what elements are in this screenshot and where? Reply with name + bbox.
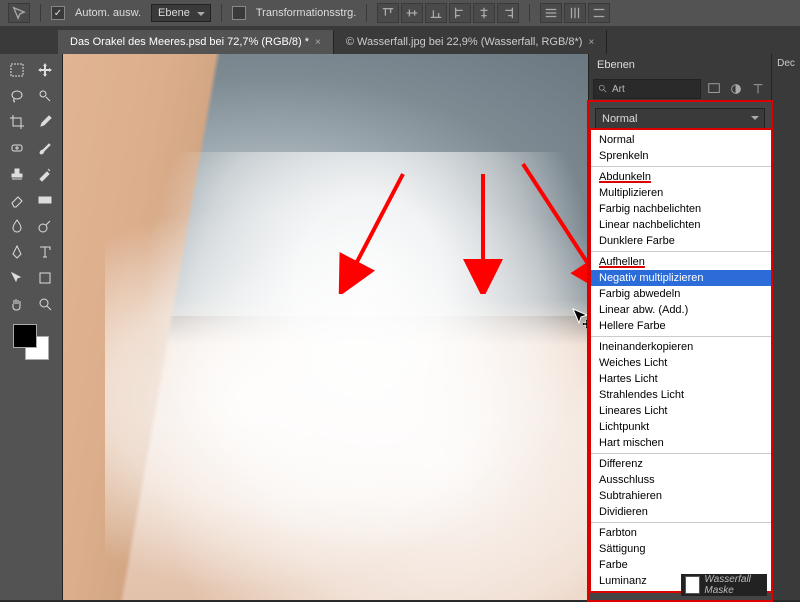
crop-tool[interactable] <box>4 110 30 134</box>
mask-icon <box>685 576 700 594</box>
toolbox <box>0 54 63 600</box>
path-select-tool[interactable] <box>4 266 30 290</box>
blend-mode-item[interactable]: Linear abw. (Add.) <box>591 302 771 318</box>
auto-select-checkbox[interactable]: ✓ <box>51 6 65 20</box>
blend-mode-item[interactable]: Farbig nachbelichten <box>591 201 771 217</box>
blend-mode-item[interactable]: Differenz <box>591 456 771 472</box>
color-swatches[interactable] <box>13 324 49 360</box>
layer-mask-thumbnail[interactable]: Wasserfall Maske <box>681 574 767 596</box>
transform-controls-label: Transformationsstrg. <box>256 7 356 19</box>
stamp-tool[interactable] <box>4 162 30 186</box>
document-tab-bar: Das Orakel des Meeres.psd bei 72,7% (RGB… <box>0 26 800 54</box>
blend-mode-dropdown[interactable]: Normal <box>595 108 765 130</box>
zoom-tool[interactable] <box>32 292 58 316</box>
align-group <box>377 3 519 23</box>
document-tab-label: © Wasserfall.jpg bei 22,9% (Wasserfall, … <box>346 36 583 48</box>
dodge-tool[interactable] <box>32 214 58 238</box>
blend-mode-item[interactable]: Sättigung <box>591 541 771 557</box>
gradient-tool[interactable] <box>32 188 58 212</box>
blend-mode-item[interactable]: Dunklere Farbe <box>591 233 771 249</box>
blend-mode-item[interactable]: Ineinanderkopieren <box>591 339 771 355</box>
align-hcenter-icon[interactable] <box>473 3 495 23</box>
collapsed-panels: Dec <box>771 54 800 600</box>
blend-mode-item[interactable]: Sprenkeln <box>591 148 771 164</box>
blend-mode-menu: NormalSprenkelnAbdunkelnMultiplizierenFa… <box>589 128 773 593</box>
brush-tool[interactable] <box>32 136 58 160</box>
foreground-swatch[interactable] <box>13 324 37 348</box>
marquee-tool[interactable] <box>4 58 30 82</box>
blend-mode-item[interactable]: Hellere Farbe <box>591 318 771 334</box>
align-bottom-icon[interactable] <box>425 3 447 23</box>
transform-controls-checkbox[interactable] <box>232 6 246 20</box>
align-top-icon[interactable] <box>377 3 399 23</box>
blend-group-header: Abdunkeln <box>591 169 771 185</box>
hand-tool[interactable] <box>4 292 30 316</box>
layer-filter-dropdown[interactable]: Art <box>593 79 701 99</box>
distribute-icon[interactable] <box>564 3 586 23</box>
history-brush-tool[interactable] <box>32 162 58 186</box>
document-tab[interactable]: © Wasserfall.jpg bei 22,9% (Wasserfall, … <box>334 30 607 54</box>
blur-tool[interactable] <box>4 214 30 238</box>
move-tool[interactable] <box>32 58 58 82</box>
pen-tool[interactable] <box>4 240 30 264</box>
auto-select-label: Autom. ausw. <box>75 7 141 19</box>
blend-mode-item[interactable]: Hartes Licht <box>591 371 771 387</box>
auto-select-target-dropdown[interactable]: Ebene <box>151 4 211 22</box>
document-tab-label: Das Orakel des Meeres.psd bei 72,7% (RGB… <box>70 36 309 48</box>
distribute-icon[interactable] <box>588 3 610 23</box>
align-vcenter-icon[interactable] <box>401 3 423 23</box>
blend-mode-item[interactable]: Normal <box>591 132 771 148</box>
distribute-icon[interactable] <box>540 3 562 23</box>
blend-mode-item[interactable]: Ausschluss <box>591 472 771 488</box>
canvas-image <box>63 54 588 600</box>
filter-type-icon[interactable] <box>749 80 767 98</box>
blend-mode-item[interactable]: Weiches Licht <box>591 355 771 371</box>
blend-mode-item[interactable]: Strahlendes Licht <box>591 387 771 403</box>
blend-mode-item[interactable]: Lineares Licht <box>591 403 771 419</box>
close-icon[interactable]: × <box>588 37 594 48</box>
eraser-tool[interactable] <box>4 188 30 212</box>
blend-mode-item[interactable]: Farbe <box>591 557 771 573</box>
collapsed-label[interactable]: Dec <box>777 58 795 69</box>
blend-group-header: Aufhellen <box>591 254 771 270</box>
blend-mode-item[interactable]: Lichtpunkt <box>591 419 771 435</box>
options-bar: ✓ Autom. ausw. Ebene Transformationsstrg… <box>0 0 800 26</box>
align-left-icon[interactable] <box>449 3 471 23</box>
distribute-group <box>540 3 610 23</box>
quick-select-tool[interactable] <box>32 84 58 108</box>
heal-tool[interactable] <box>4 136 30 160</box>
blend-mode-item[interactable]: Farbig abwedeln <box>591 286 771 302</box>
type-tool[interactable] <box>32 240 58 264</box>
layer-filter-bar: Art <box>589 76 771 102</box>
filter-pixel-icon[interactable] <box>705 80 723 98</box>
blend-mode-item[interactable]: Hart mischen <box>591 435 771 451</box>
layer-filter-label: Art <box>612 84 625 95</box>
blend-mode-item[interactable]: Multiplizieren <box>591 185 771 201</box>
filter-adjust-icon[interactable] <box>727 80 745 98</box>
lasso-tool[interactable] <box>4 84 30 108</box>
document-tab[interactable]: Das Orakel des Meeres.psd bei 72,7% (RGB… <box>58 30 334 54</box>
blend-mode-item[interactable]: Subtrahieren <box>591 488 771 504</box>
shape-tool[interactable] <box>32 266 58 290</box>
blend-mode-item[interactable]: Dividieren <box>591 504 771 520</box>
align-right-icon[interactable] <box>497 3 519 23</box>
close-icon[interactable]: × <box>315 37 321 48</box>
document-canvas[interactable] <box>63 54 588 600</box>
mask-label: Wasserfall Maske <box>704 574 763 596</box>
blend-mode-item[interactable]: Farbton <box>591 525 771 541</box>
move-tool-icon <box>8 3 30 23</box>
blend-mode-item[interactable]: Negativ multiplizieren <box>591 270 771 286</box>
layers-panel: Ebenen Art Normal NormalSprenkelnAbdunke… <box>588 54 771 600</box>
eyedropper-tool[interactable] <box>32 110 58 134</box>
blend-mode-item[interactable]: Linear nachbelichten <box>591 217 771 233</box>
panel-tab-layers[interactable]: Ebenen <box>589 54 771 76</box>
